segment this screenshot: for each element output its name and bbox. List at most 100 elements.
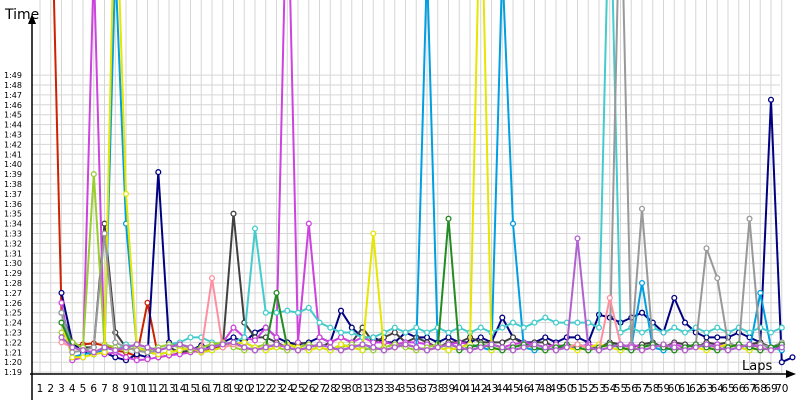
- data-point: [101, 230, 108, 237]
- y-tick-label: 1:39: [4, 170, 22, 179]
- data-point: [112, 339, 119, 346]
- data-point: [294, 309, 302, 316]
- y-tick-label: 1:48: [4, 81, 22, 90]
- data-point: [681, 319, 689, 326]
- data-point: [445, 329, 452, 336]
- data-point: [251, 337, 259, 344]
- x-tick-label: 70: [775, 383, 788, 395]
- data-point: [423, 334, 431, 341]
- data-point: [370, 230, 377, 237]
- data-point: [778, 359, 785, 366]
- data-point: [391, 324, 398, 331]
- x-axis-arrow: [786, 370, 796, 378]
- x-axis-title: Laps: [742, 359, 772, 374]
- y-tick-label: 1:49: [4, 71, 22, 80]
- data-point: [714, 334, 721, 341]
- series-5: [58, 0, 785, 361]
- data-point: [509, 319, 517, 326]
- data-point: [176, 347, 183, 354]
- data-point: [176, 341, 183, 348]
- data-point: [155, 169, 162, 176]
- data-point: [757, 344, 764, 351]
- data-point: [337, 347, 345, 354]
- data-point: [327, 339, 334, 346]
- data-point: [542, 339, 549, 346]
- data-point: [520, 344, 527, 351]
- data-point: [617, 341, 624, 348]
- data-point: [337, 341, 345, 348]
- data-point: [509, 220, 517, 227]
- data-point: [595, 324, 603, 331]
- data-point: [284, 307, 291, 314]
- data-point: [660, 329, 667, 336]
- y-tick-label: 1:47: [4, 91, 22, 100]
- y-axis-title: Time: [4, 7, 39, 23]
- y-tick-label: 1:21: [4, 348, 22, 357]
- x-tick-label: 4: [69, 383, 76, 395]
- y-tick-label: 1:38: [4, 180, 22, 189]
- y-tick-label: 1:19: [4, 368, 22, 377]
- data-point: [638, 347, 646, 354]
- data-point: [724, 347, 732, 354]
- y-tick-label: 1:33: [4, 230, 22, 239]
- data-point: [327, 324, 334, 331]
- data-point: [574, 235, 581, 242]
- y-tick-labels: 1:191:201:211:221:231:241:251:261:271:28…: [4, 71, 22, 377]
- x-tick-label: 5: [80, 383, 87, 395]
- data-point: [767, 347, 775, 354]
- data-point: [703, 334, 710, 341]
- y-tick-label: 1:31: [4, 249, 22, 258]
- data-point: [327, 344, 334, 351]
- data-point: [316, 319, 323, 326]
- x-tick-label: 1: [37, 383, 44, 395]
- data-point: [79, 354, 87, 361]
- data-point: [714, 324, 721, 331]
- data-point: [316, 334, 323, 341]
- y-tick-label: 1:41: [4, 150, 22, 159]
- y-tick-label: 1:28: [4, 279, 22, 288]
- data-point: [413, 324, 420, 331]
- data-point: [681, 329, 689, 336]
- x-tick-label: 6: [90, 383, 97, 395]
- data-point: [337, 334, 345, 341]
- data-point: [101, 344, 108, 351]
- data-point: [359, 347, 366, 354]
- data-point: [348, 329, 355, 336]
- data-point: [165, 349, 173, 356]
- data-point: [155, 347, 162, 354]
- data-point: [316, 341, 323, 348]
- data-point: [90, 349, 97, 356]
- x-tick-label: 9: [123, 383, 130, 395]
- data-point: [241, 339, 248, 346]
- data-point: [542, 314, 549, 321]
- data-point: [628, 344, 635, 351]
- data-point: [294, 347, 302, 354]
- data-point: [370, 339, 377, 346]
- data-point: [391, 329, 398, 336]
- data-point: [746, 215, 753, 222]
- data-point: [58, 299, 65, 306]
- data-point: [69, 344, 76, 351]
- data-point: [219, 341, 226, 348]
- data-point: [337, 329, 345, 336]
- x-tick-label: 2: [47, 383, 54, 395]
- data-point: [79, 347, 87, 354]
- data-point: [101, 220, 108, 227]
- y-tick-label: 1:34: [4, 220, 22, 229]
- data-point: [58, 339, 65, 346]
- data-point: [241, 334, 248, 341]
- y-tick-label: 1:36: [4, 200, 22, 209]
- y-tick-label: 1:32: [4, 239, 22, 248]
- data-point: [445, 341, 452, 348]
- data-point: [133, 341, 140, 348]
- data-point: [671, 344, 678, 351]
- data-point: [101, 349, 108, 356]
- data-point: [284, 344, 291, 351]
- y-tick-label: 1:22: [4, 338, 22, 347]
- data-point: [606, 294, 613, 301]
- data-point: [198, 347, 205, 354]
- data-point: [133, 357, 140, 364]
- data-point: [370, 334, 377, 341]
- y-tick-label: 1:24: [4, 319, 22, 328]
- data-point: [714, 344, 721, 351]
